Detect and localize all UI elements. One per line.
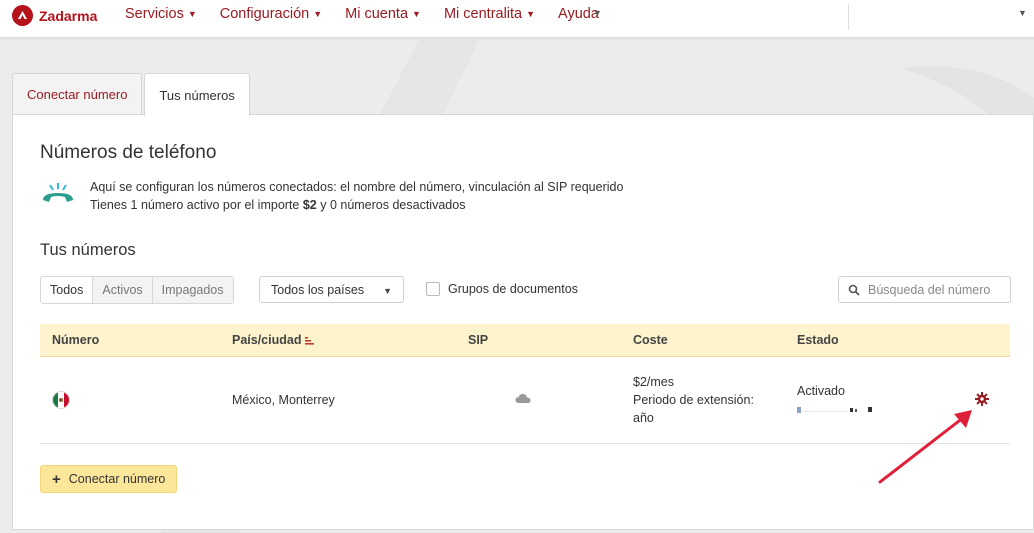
page-title: Números de teléfono: [40, 142, 217, 163]
filter-impagados[interactable]: Impagados: [151, 277, 233, 303]
row-status: Activado: [797, 384, 845, 398]
documents-groups-toggle[interactable]: Grupos de documentos: [426, 282, 578, 296]
table-row: México, Monterrey $2/mes Periodo de exte…: [40, 357, 1010, 444]
info-text-prefix: Tienes 1 número activo por el importe: [90, 198, 303, 212]
nav-item-mi-cuenta[interactable]: Mi cuenta ▼: [345, 6, 421, 22]
divider: [848, 4, 849, 30]
search-input[interactable]: [868, 282, 1008, 297]
redacted-text: [797, 407, 872, 413]
row-cost: $2/mes Periodo de extensión: año: [633, 373, 754, 427]
cost-period-value: año: [633, 411, 654, 425]
annotation-arrow: [878, 410, 972, 484]
info-line-1: Aquí se configuran los números conectado…: [90, 180, 624, 194]
nav-label: Servicios: [125, 6, 184, 22]
row-country: México, Monterrey: [232, 393, 335, 407]
cost-amount: $2/mes: [633, 375, 674, 389]
top-navbar: Zadarma Servicios ▼ Configuración ▼ Mi cue…: [0, 0, 1034, 38]
number-search: [838, 276, 1011, 303]
documents-checkbox[interactable]: [426, 282, 440, 296]
nav-item-configuracion[interactable]: Configuración ▼: [220, 6, 322, 22]
chevron-down-icon: ▼: [412, 9, 421, 19]
tab-tus-numeros[interactable]: Tus números: [144, 73, 250, 116]
info-line-2: Tienes 1 número activo por el importe $2…: [90, 196, 623, 214]
section-title: Tus números: [40, 241, 136, 259]
chevron-down-icon: ▼: [526, 9, 536, 19]
zadarma-logo-icon: [12, 5, 33, 26]
nav-item-mi-centralita[interactable]: Mi centralita ▼: [444, 6, 535, 22]
cloud-icon: [515, 391, 531, 409]
chevron-down-icon: ▼: [187, 9, 197, 19]
plus-icon: +: [52, 470, 61, 488]
header-status: Estado: [797, 333, 839, 347]
header-country-label: País/ciudad: [232, 333, 302, 347]
cost-period-label: Periodo de extensión:: [633, 393, 754, 407]
chevron-down-icon[interactable]: ▼: [593, 8, 602, 18]
chevron-down-icon: ▼: [383, 286, 392, 296]
header-cost: Coste: [633, 333, 668, 347]
filter-activos[interactable]: Activos: [92, 277, 152, 303]
filter-todos[interactable]: Todos: [41, 277, 93, 303]
info-text: Aquí se configuran los números conectado…: [90, 178, 623, 214]
logo[interactable]: Zadarma: [12, 5, 97, 26]
header-country[interactable]: País/ciudad: [232, 333, 315, 347]
status-filter: Todos Activos Impagados: [40, 276, 234, 304]
table-header: Número País/ciudad SIP Coste Estado: [40, 324, 1010, 357]
header-number[interactable]: Número: [52, 333, 99, 347]
country-select[interactable]: Todos los países ▼: [259, 276, 404, 303]
main-nav: Servicios ▼ Configuración ▼ Mi cuenta ▼ Mi …: [125, 6, 622, 22]
header-sip: SIP: [468, 333, 489, 347]
country-select-value: Todos los países: [271, 282, 365, 297]
chevron-down-icon: ▼: [313, 9, 323, 19]
tab-bar: Conectar número Tus números: [12, 73, 250, 116]
sort-icon: [305, 336, 315, 345]
brand-name: Zadarma: [39, 7, 98, 24]
nav-label: Mi centralita: [443, 6, 523, 22]
connect-number-button[interactable]: + Conectar número: [40, 465, 178, 493]
tab-conectar-numero[interactable]: Conectar número: [12, 73, 143, 115]
info-text-suffix: y 0 números desactivados: [316, 198, 466, 212]
nav-label: Mi cuenta: [345, 6, 409, 22]
account-menu-chevron-icon[interactable]: ▼: [1018, 8, 1027, 18]
documents-checkbox-label: Grupos de documentos: [448, 282, 578, 296]
active-amount: $2: [302, 198, 317, 212]
nav-label: Configuración: [219, 6, 310, 22]
search-icon: [848, 284, 860, 296]
phone-ringing-icon: [40, 181, 76, 212]
connect-number-label: Conectar número: [68, 472, 166, 486]
nav-item-servicios[interactable]: Servicios ▼: [125, 6, 197, 22]
mexico-flag-icon: [52, 391, 70, 409]
